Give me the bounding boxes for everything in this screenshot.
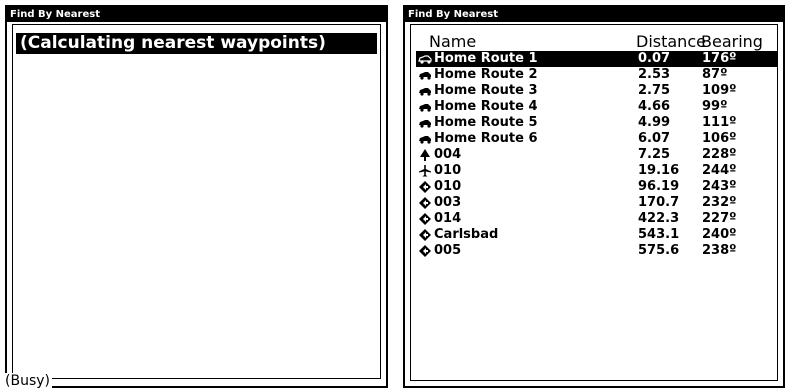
item-name: 005: [434, 243, 462, 258]
diamond-waypoint-icon: [418, 229, 432, 241]
list-item-9[interactable]: 010 96.19 243º: [416, 179, 777, 195]
item-bearing: 111º: [702, 115, 737, 130]
item-name: Home Route 4: [434, 99, 538, 114]
item-name: 010: [434, 179, 462, 194]
item-bearing: 238º: [702, 243, 737, 258]
item-bearing: 109º: [702, 83, 737, 98]
item-distance: 19.16: [638, 163, 680, 178]
diamond-waypoint-icon: [418, 197, 432, 209]
item-distance: 575.6: [638, 243, 680, 258]
item-bearing: 240º: [702, 227, 737, 242]
item-distance: 2.53: [638, 67, 671, 82]
left-screen: Find By Nearest (Calculating nearest way…: [5, 5, 388, 389]
left-title-bar: Find By Nearest: [7, 7, 386, 22]
item-name: 004: [434, 147, 462, 162]
item-bearing: 244º: [702, 163, 737, 178]
calculating-message: (Calculating nearest waypoints): [16, 33, 377, 54]
item-distance: 7.25: [638, 147, 671, 162]
item-distance: 4.99: [638, 115, 671, 130]
airport-icon: [418, 165, 432, 177]
list-item-4[interactable]: Home Route 4 4.66 99º: [416, 99, 777, 115]
list-item-10[interactable]: 003 170.7 232º: [416, 195, 777, 211]
column-bearing: Bearing: [701, 32, 763, 51]
item-distance: 422.3: [638, 211, 680, 226]
diamond-waypoint-icon: [418, 213, 432, 225]
car-outline-icon: [418, 53, 432, 65]
list-item-7[interactable]: 004 7.25 228º: [416, 147, 777, 163]
item-name: 014: [434, 211, 462, 226]
item-bearing: 87º: [702, 67, 728, 82]
item-bearing: 106º: [702, 131, 737, 146]
diamond-waypoint-icon: [418, 181, 432, 193]
diamond-waypoint-icon: [418, 245, 432, 257]
list-item-2[interactable]: Home Route 2 2.53 87º: [416, 67, 777, 83]
item-bearing: 232º: [702, 195, 737, 210]
car-icon: [418, 85, 432, 97]
item-bearing: 243º: [702, 179, 737, 194]
busy-status: (Busy): [5, 373, 52, 389]
right-screen: Find By Nearest Name Distance Bearing Ho…: [403, 5, 785, 388]
item-name: Home Route 3: [434, 83, 538, 98]
item-distance: 2.75: [638, 83, 671, 98]
item-bearing: 99º: [702, 99, 728, 114]
item-distance: 543.1: [638, 227, 680, 242]
item-distance: 0.07: [638, 51, 671, 66]
item-name: Home Route 1: [434, 51, 538, 66]
list-item-12[interactable]: Carlsbad 543.1 240º: [416, 227, 777, 243]
item-name: Home Route 6: [434, 131, 538, 146]
item-bearing: 227º: [702, 211, 737, 226]
column-name: Name: [429, 32, 477, 51]
list-item-13[interactable]: 005 575.6 238º: [416, 243, 777, 259]
list-item-3[interactable]: Home Route 3 2.75 109º: [416, 83, 777, 99]
right-title-bar: Find By Nearest: [405, 7, 783, 22]
car-icon: [418, 133, 432, 145]
item-name: 003: [434, 195, 462, 210]
nearest-list: Home Route 1 0.07 176º Home Route 2 2.53…: [416, 51, 777, 259]
item-bearing: 228º: [702, 147, 737, 162]
car-icon: [418, 117, 432, 129]
left-results-panel: (Calculating nearest waypoints): [12, 24, 381, 379]
tree-icon: [418, 149, 432, 161]
nearest-list-panel: Name Distance Bearing Home Route 1 0.07 …: [410, 24, 778, 381]
item-bearing: 176º: [702, 51, 737, 66]
car-icon: [418, 69, 432, 81]
item-distance: 6.07: [638, 131, 671, 146]
column-header: Name Distance Bearing: [411, 33, 777, 51]
list-item-8[interactable]: 010 19.16 244º: [416, 163, 777, 179]
item-distance: 170.7: [638, 195, 680, 210]
item-distance: 4.66: [638, 99, 671, 114]
item-name: Home Route 2: [434, 67, 538, 82]
list-item-11[interactable]: 014 422.3 227º: [416, 211, 777, 227]
column-distance: Distance: [636, 32, 706, 51]
item-name: Home Route 5: [434, 115, 538, 130]
list-item-1[interactable]: Home Route 1 0.07 176º: [416, 51, 777, 67]
car-icon: [418, 101, 432, 113]
list-item-6[interactable]: Home Route 6 6.07 106º: [416, 131, 777, 147]
item-name: Carlsbad: [434, 227, 499, 242]
item-name: 010: [434, 163, 462, 178]
item-distance: 96.19: [638, 179, 680, 194]
list-item-5[interactable]: Home Route 5 4.99 111º: [416, 115, 777, 131]
